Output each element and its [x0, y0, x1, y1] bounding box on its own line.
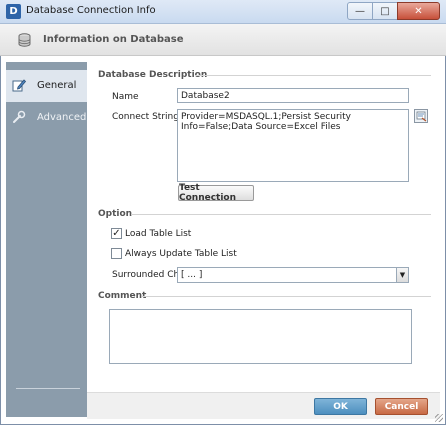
- close-button[interactable]: ✕: [397, 2, 440, 20]
- always-update-table-list-label: Always Update Table List: [125, 249, 237, 259]
- name-input[interactable]: Database2: [177, 88, 409, 103]
- wrench-icon: [13, 110, 26, 123]
- group-divider: [195, 75, 431, 76]
- group-divider: [131, 214, 431, 215]
- chevron-down-icon[interactable]: ▼: [396, 268, 408, 282]
- name-label: Name: [112, 92, 139, 102]
- header-title: Information on Database: [43, 34, 184, 45]
- maximize-button[interactable]: □: [372, 2, 398, 20]
- surrounded-char-value: [ ... ]: [181, 270, 203, 280]
- minimize-button[interactable]: —: [347, 2, 373, 20]
- title-bar[interactable]: D Database Connection Info — □ ✕: [0, 0, 446, 24]
- group-divider: [142, 296, 431, 297]
- sidebar-item-label: General: [37, 80, 77, 91]
- connect-string-input[interactable]: Provider=MSDASQL.1;Persist Security Info…: [177, 109, 409, 182]
- database-icon: [18, 33, 31, 47]
- sidebar-divider: [16, 388, 80, 389]
- window-title: Database Connection Info: [26, 5, 156, 16]
- cancel-button[interactable]: Cancel: [375, 398, 428, 415]
- sidebar: General Advanced: [6, 62, 87, 417]
- sidebar-item-general[interactable]: General: [6, 70, 87, 102]
- sidebar-item-label: Advanced: [37, 112, 87, 123]
- comment-title: Comment: [98, 291, 147, 301]
- general-panel: Database Description Name Database2 Conn…: [87, 62, 440, 387]
- option-title: Option: [98, 209, 133, 219]
- ok-button[interactable]: OK: [314, 398, 367, 415]
- database-description-title: Database Description: [98, 70, 208, 80]
- resize-grip[interactable]: [435, 414, 443, 422]
- sidebar-item-advanced[interactable]: Advanced: [6, 102, 87, 134]
- always-update-table-list-checkbox[interactable]: [111, 248, 122, 259]
- connect-string-label: Connect String: [112, 112, 179, 122]
- dialog-header: Information on Database: [0, 24, 446, 56]
- build-connection-icon[interactable]: [414, 109, 428, 123]
- pencil-icon: [12, 79, 26, 92]
- load-table-list-label: Load Table List: [125, 229, 192, 239]
- test-connection-button[interactable]: Test Connection: [178, 183, 254, 203]
- surrounded-char-select[interactable]: [ ... ] ▼: [177, 267, 409, 283]
- app-icon: D: [6, 4, 21, 19]
- dialog-footer: OK Cancel: [87, 392, 440, 419]
- load-table-list-checkbox[interactable]: ✓: [111, 228, 122, 239]
- comment-input[interactable]: [109, 309, 412, 364]
- window-controls: — □ ✕: [347, 2, 440, 20]
